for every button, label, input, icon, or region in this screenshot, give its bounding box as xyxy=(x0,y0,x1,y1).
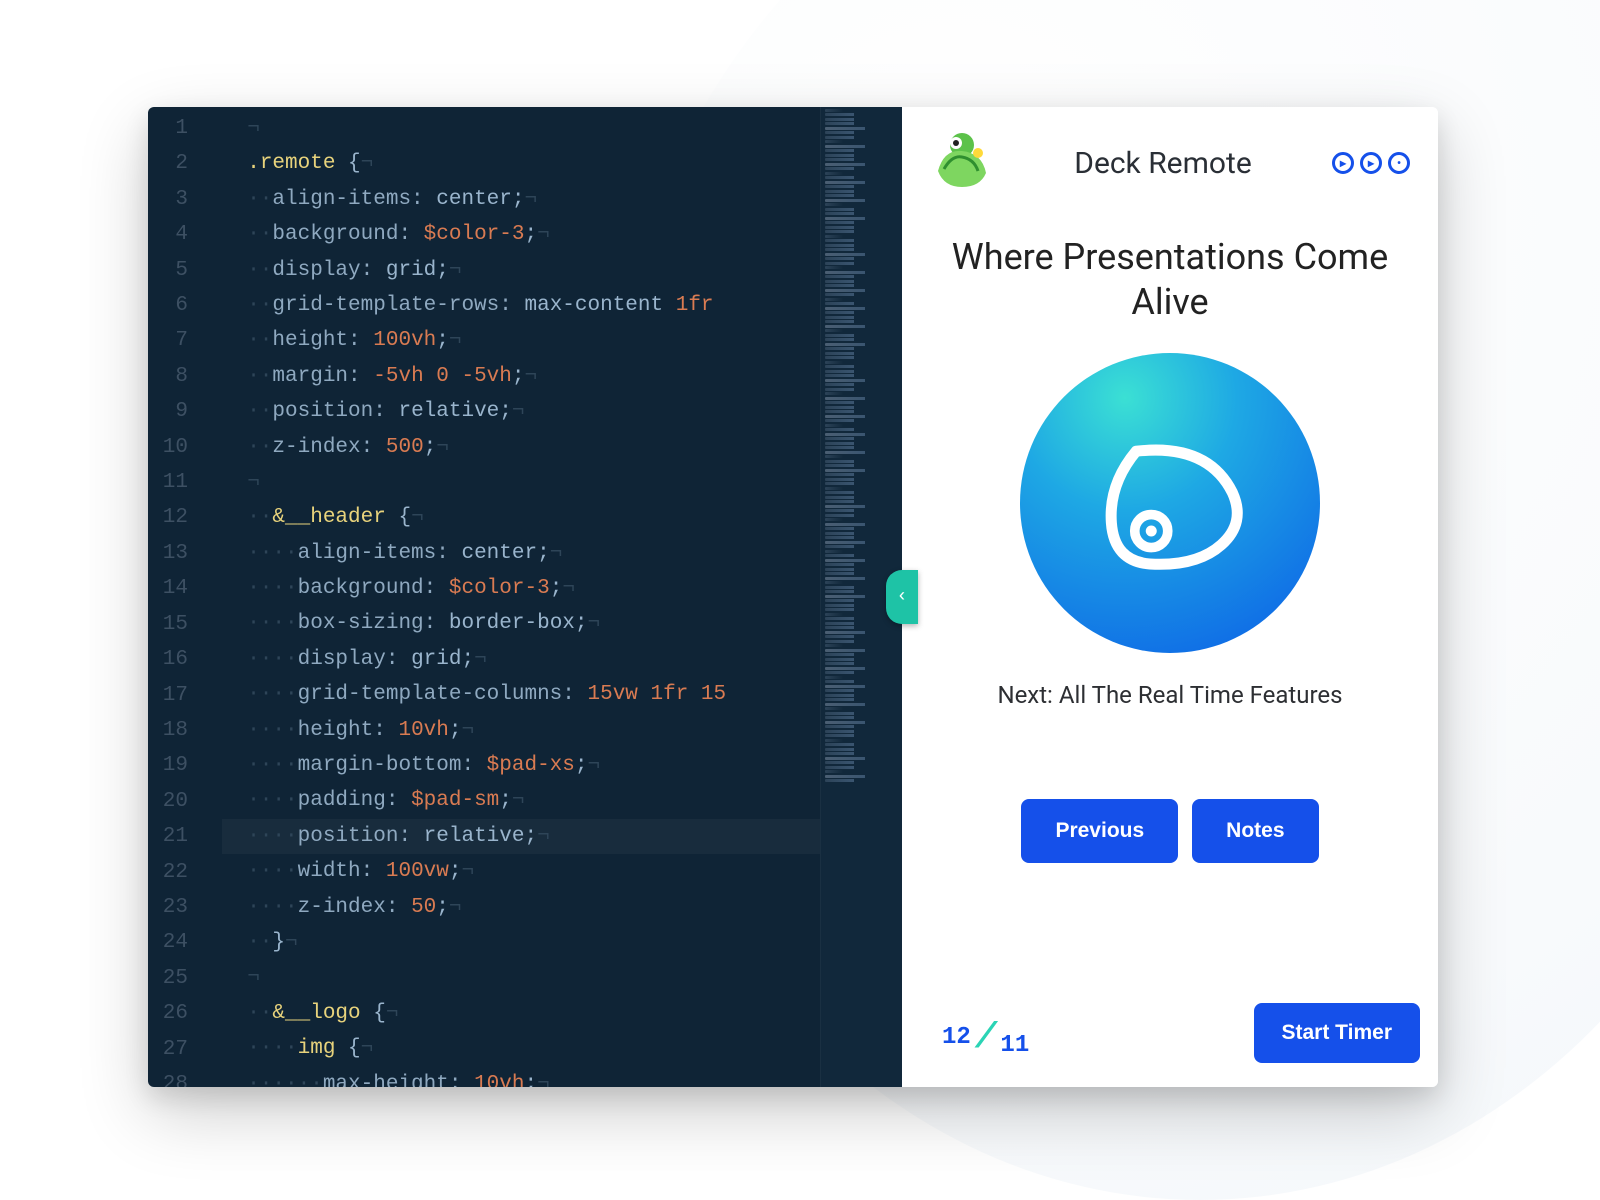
code-line[interactable]: ··&__logo {¬ xyxy=(222,996,902,1031)
code-line[interactable]: ··align-items: center;¬ xyxy=(222,182,902,217)
forward-icon[interactable]: ▸ xyxy=(1360,152,1382,174)
counter-current: 12 xyxy=(942,1024,971,1051)
previous-button[interactable]: Previous xyxy=(1021,799,1178,863)
app-window: 1234567891011121314151617181920212223242… xyxy=(148,107,1438,1087)
code-line[interactable]: ¬ xyxy=(222,960,902,995)
start-timer-button[interactable]: Start Timer xyxy=(1254,1003,1421,1063)
code-line[interactable]: .remote {¬ xyxy=(222,146,902,181)
code-area[interactable]: ¬ .remote {¬ ··align-items: center;¬ ··b… xyxy=(204,107,902,1087)
code-line[interactable]: ······max-height: 10vh;¬ xyxy=(222,1067,902,1087)
code-line[interactable]: ····img {¬ xyxy=(222,1031,902,1066)
code-line[interactable]: ··}¬ xyxy=(222,925,902,960)
code-line[interactable]: ····box-sizing: border-box;¬ xyxy=(222,606,902,641)
remote-footer: 12 / 11 Start Timer xyxy=(902,1003,1438,1087)
code-line[interactable]: ····display: grid;¬ xyxy=(222,642,902,677)
code-line[interactable]: ····position: relative;¬ xyxy=(222,819,902,854)
header-action-icons: ▸ ▸ • xyxy=(1332,152,1410,174)
collapse-tab[interactable]: ‹ xyxy=(886,570,918,624)
code-line[interactable]: ··height: 100vh;¬ xyxy=(222,323,902,358)
code-line[interactable]: ··margin: -5vh 0 -5vh;¬ xyxy=(222,359,902,394)
record-icon[interactable]: • xyxy=(1388,152,1410,174)
play-icon[interactable]: ▸ xyxy=(1332,152,1354,174)
play-icon xyxy=(1088,421,1253,586)
code-editor-pane[interactable]: 1234567891011121314151617181920212223242… xyxy=(148,107,902,1087)
slide-counter: 12 / 11 xyxy=(942,1013,1029,1054)
code-line[interactable]: ¬ xyxy=(222,111,902,146)
line-number-gutter: 1234567891011121314151617181920212223242… xyxy=(148,107,204,1087)
code-line[interactable]: ····width: 100vw;¬ xyxy=(222,854,902,889)
remote-header: Deck Remote ▸ ▸ • xyxy=(902,107,1438,205)
code-line[interactable]: ··display: grid;¬ xyxy=(222,253,902,288)
code-line[interactable]: ··&__header {¬ xyxy=(222,500,902,535)
next-slide-text: Next: All The Real Time Features xyxy=(902,671,1438,709)
code-line[interactable]: ¬ xyxy=(222,465,902,500)
nav-button-row: Previous Notes xyxy=(902,799,1438,863)
counter-slash: / xyxy=(975,1017,997,1058)
slide-orb xyxy=(1020,353,1320,653)
code-line[interactable]: ····height: 10vh;¬ xyxy=(222,713,902,748)
code-line[interactable]: ····align-items: center;¬ xyxy=(222,536,902,571)
code-line[interactable]: ··background: $color-3;¬ xyxy=(222,217,902,252)
code-line[interactable]: ····grid-template-columns: 15vw 1fr 15 xyxy=(222,677,902,712)
code-line[interactable]: ··position: relative;¬ xyxy=(222,394,902,429)
code-line[interactable]: ··grid-template-rows: max-content 1fr xyxy=(222,288,902,323)
app-logo xyxy=(930,131,994,195)
code-line[interactable]: ··z-index: 500;¬ xyxy=(222,430,902,465)
chevron-left-icon: ‹ xyxy=(897,587,908,607)
deck-remote-pane: Deck Remote ▸ ▸ • Where Presentations Co… xyxy=(902,107,1438,1087)
notes-button[interactable]: Notes xyxy=(1192,799,1318,863)
counter-total: 11 xyxy=(1000,1032,1029,1059)
code-line[interactable]: ····padding: $pad-sm;¬ xyxy=(222,783,902,818)
code-line[interactable]: ····z-index: 50;¬ xyxy=(222,890,902,925)
slide-title: Where Presentations Come Alive xyxy=(902,205,1438,325)
slide-visual xyxy=(902,325,1438,671)
code-line[interactable]: ····margin-bottom: $pad-xs;¬ xyxy=(222,748,902,783)
code-line[interactable]: ····background: $color-3;¬ xyxy=(222,571,902,606)
remote-title: Deck Remote xyxy=(994,146,1332,181)
